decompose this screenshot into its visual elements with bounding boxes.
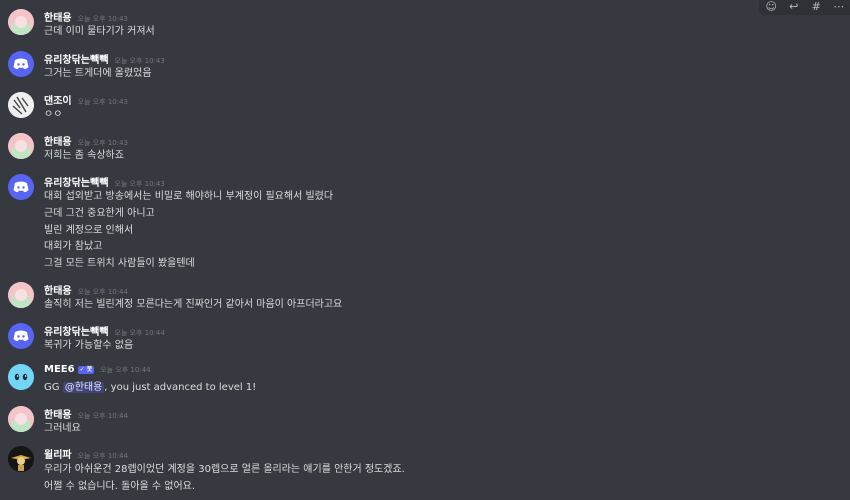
- message-text: 솔직히 저는 빌린계정 모른다는게 진짜인거 같아서 마음이 아프더라고요: [44, 299, 343, 310]
- mee6-avatar[interactable]: [8, 364, 34, 390]
- green-default-avatar[interactable]: [8, 282, 34, 308]
- message-text: 그러네요: [44, 423, 81, 434]
- message-text: ㅇㅇ: [44, 109, 63, 120]
- discord-default-avatar[interactable]: [8, 174, 34, 200]
- message-actions-toolbar: ☺ ↩ # ⋯: [760, 0, 850, 14]
- timestamp: 오늘 오후 10:44: [77, 452, 128, 460]
- timestamp: 오늘 오후 10:44: [100, 366, 151, 374]
- reply-icon[interactable]: ↩: [786, 0, 802, 14]
- message-text: 그거는 트게더에 올렸었음: [44, 68, 152, 79]
- message-text: 우리가 아쉬운건 28렙이었던 계정을 30렙으로 얼른 올리라는 얘기를 안한…: [44, 464, 405, 475]
- discord-default-avatar[interactable]: [8, 323, 34, 349]
- green-default-avatar[interactable]: [8, 133, 34, 159]
- add-reaction-icon[interactable]: ☺: [763, 0, 779, 14]
- thread-icon[interactable]: #: [808, 0, 824, 14]
- message-text: 대회가 참났고: [44, 241, 103, 252]
- message-text: 대회 섭외받고 방송에서는 비밀로 해야하니 부계정이 필요해서 빌렸다: [44, 191, 334, 202]
- message-text: GG @한태용, you just advanced to level 1!: [44, 382, 257, 393]
- message-text: 빌린 계정으로 인해서: [44, 225, 134, 236]
- user-mention[interactable]: @한태용: [62, 382, 105, 393]
- green-default-avatar[interactable]: [8, 9, 34, 35]
- message-text: 복귀가 가능할수 없음: [44, 340, 134, 351]
- message-text: 근데 이미 물타기가 커져서: [44, 26, 155, 37]
- discord-default-avatar[interactable]: [8, 51, 34, 77]
- timestamp: 오늘 오후 10:43: [77, 98, 128, 106]
- timestamp: 오늘 오후 10:44: [77, 412, 128, 420]
- message-text: 어쩔 수 없습니다. 돌아올 수 없어요.: [44, 481, 196, 492]
- green-default-avatar[interactable]: [8, 406, 34, 432]
- more-icon[interactable]: ⋯: [831, 0, 847, 14]
- author-name[interactable]: 윌리파 오늘 오후 10:44: [44, 446, 128, 461]
- sketch-avatar[interactable]: [8, 92, 34, 118]
- willy-avatar[interactable]: [8, 446, 34, 472]
- bot-badge: ✓ 봇: [77, 366, 95, 374]
- author-name[interactable]: MEE6 ✓ 봇 오늘 오후 10:44: [44, 364, 151, 375]
- message-text: 근데 그건 중요한게 아니고: [44, 208, 155, 219]
- message-text: 그걸 모든 트위치 사람들이 봤을텐데: [44, 258, 195, 269]
- message-text: 저희는 좀 속상하죠: [44, 150, 124, 161]
